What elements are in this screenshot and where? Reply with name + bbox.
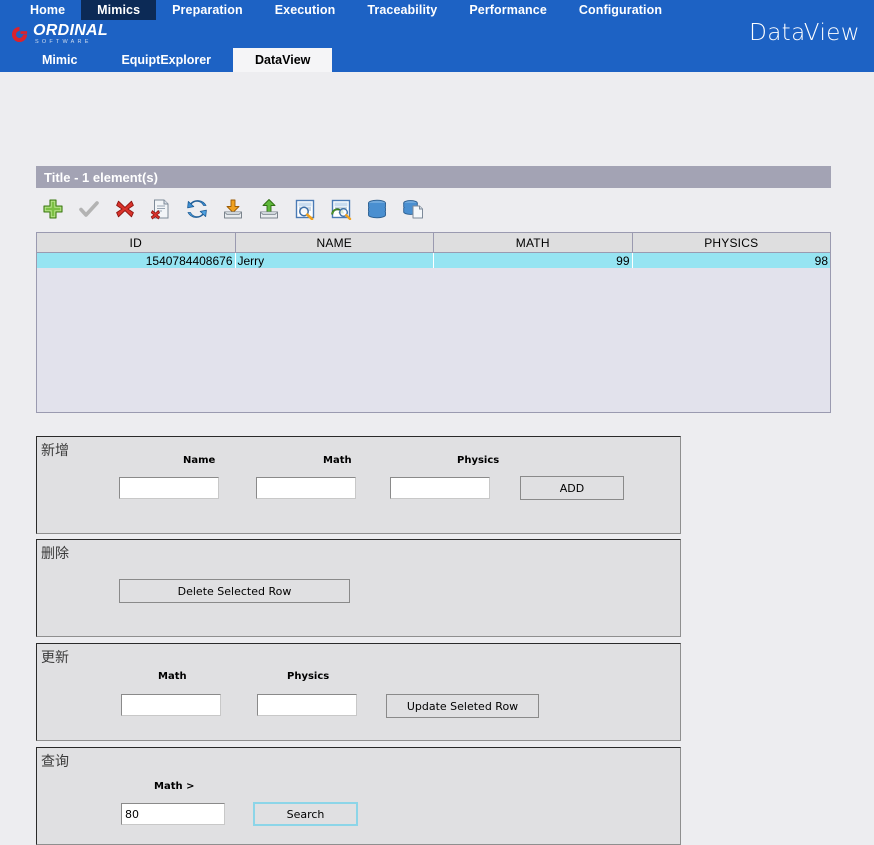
add-icon[interactable] xyxy=(40,196,66,222)
brand-bar: ORDINAL SOFTWARE DataView xyxy=(0,20,874,48)
delete-cross-icon[interactable] xyxy=(112,196,138,222)
column-header-name[interactable]: NAME xyxy=(236,233,434,252)
add-physics-input[interactable] xyxy=(390,477,490,499)
data-grid[interactable]: ID NAME MATH PHYSICS 1540784408676 Jerry… xyxy=(36,232,831,413)
topnav-item-mimics[interactable]: Mimics xyxy=(81,0,157,20)
search-button-label: Search xyxy=(286,807,325,821)
topnav-item-home[interactable]: Home xyxy=(14,0,81,20)
validate-check-icon[interactable] xyxy=(76,196,102,222)
topnav-item-traceability[interactable]: Traceability xyxy=(351,0,453,20)
panel-title-bar: Title - 1 element(s) xyxy=(36,166,831,188)
update-math-label: Math xyxy=(158,671,187,682)
delete-panel-legend: 删除 xyxy=(41,546,69,562)
update-panel-legend: 更新 xyxy=(41,650,69,666)
ordinal-logo: ORDINAL SOFTWARE xyxy=(10,21,108,47)
refresh-document-icon[interactable] xyxy=(328,196,354,222)
add-button-label: ADD xyxy=(559,481,585,495)
import-download-icon[interactable] xyxy=(220,196,246,222)
export-upload-icon[interactable] xyxy=(256,196,282,222)
search-math-input[interactable] xyxy=(121,803,225,825)
topnav-item-execution[interactable]: Execution xyxy=(259,0,352,20)
subtab-label: EquiptExplorer xyxy=(121,53,212,67)
top-navigation-bar: Home Mimics Preparation Execution Tracea… xyxy=(0,0,874,20)
content-area: Title - 1 element(s) ID NAME MATH PHYSIC… xyxy=(0,72,874,845)
add-math-label: Math xyxy=(323,455,352,466)
add-button[interactable]: ADD xyxy=(520,476,624,500)
ordinal-logo-text: ORDINAL SOFTWARE xyxy=(33,21,108,46)
delete-button-label: Delete Selected Row xyxy=(177,584,292,598)
search-math-label: Math > xyxy=(154,781,195,792)
add-name-input[interactable] xyxy=(119,477,219,499)
search-panel-legend: 查询 xyxy=(41,754,69,770)
ordinal-logo-name: ORDINAL xyxy=(33,21,108,39)
topnav-label: Home xyxy=(30,3,66,17)
table-row[interactable]: 1540784408676 Jerry 99 98 xyxy=(37,253,830,268)
topnav-label: Mimics xyxy=(97,3,141,17)
database-copy-icon[interactable] xyxy=(400,196,426,222)
sub-tab-bar: Mimic EquiptExplorer DataView xyxy=(0,48,874,72)
data-grid-header: ID NAME MATH PHYSICS xyxy=(37,233,830,253)
update-panel: 更新 Math Physics Update Seleted Row xyxy=(36,643,681,741)
column-header-math[interactable]: MATH xyxy=(434,233,633,252)
update-math-input[interactable] xyxy=(121,694,221,716)
topnav-label: Traceability xyxy=(367,3,438,17)
add-math-input[interactable] xyxy=(256,477,356,499)
topnav-label: Configuration xyxy=(578,3,663,17)
update-selected-row-button[interactable]: Update Seleted Row xyxy=(386,694,539,718)
subtab-equiptexplorer[interactable]: EquiptExplorer xyxy=(99,48,233,72)
toolbar xyxy=(40,196,426,222)
delete-document-icon[interactable] xyxy=(148,196,174,222)
add-panel-legend: 新增 xyxy=(41,443,69,459)
ordinal-logo-tagline: SOFTWARE xyxy=(35,38,92,45)
page-title: Title - 1 element(s) xyxy=(44,169,158,185)
cell-name: Jerry xyxy=(236,253,434,268)
topnav-label: Preparation xyxy=(172,3,243,17)
column-header-physics[interactable]: PHYSICS xyxy=(633,233,831,252)
subtab-label: DataView xyxy=(255,53,311,67)
update-physics-label: Physics xyxy=(287,671,330,682)
refresh-icon[interactable] xyxy=(184,196,210,222)
add-panel: 新增 Name Math Physics ADD xyxy=(36,436,681,534)
topnav-item-performance[interactable]: Performance xyxy=(453,0,563,20)
delete-panel: 删除 Delete Selected Row xyxy=(36,539,681,637)
subtab-label: Mimic xyxy=(42,53,78,67)
topnav-label: Execution xyxy=(274,3,336,17)
topnav-label: Performance xyxy=(469,3,547,17)
ordinal-logo-mark-icon xyxy=(11,26,28,42)
search-button[interactable]: Search xyxy=(253,802,358,826)
subtab-mimic[interactable]: Mimic xyxy=(20,48,99,72)
add-name-label: Name xyxy=(183,455,216,466)
dataview-brand-title: DataView xyxy=(749,20,860,46)
search-document-icon[interactable] xyxy=(292,196,318,222)
topnav-item-preparation[interactable]: Preparation xyxy=(156,0,259,20)
cell-id: 1540784408676 xyxy=(37,253,236,268)
database-icon[interactable] xyxy=(364,196,390,222)
cell-math: 99 xyxy=(434,253,633,268)
update-button-label: Update Seleted Row xyxy=(406,699,519,713)
column-header-id[interactable]: ID xyxy=(37,233,236,252)
update-physics-input[interactable] xyxy=(257,694,357,716)
delete-selected-row-button[interactable]: Delete Selected Row xyxy=(119,579,350,603)
search-panel: 查询 Math > Search xyxy=(36,747,681,845)
topnav-item-configuration[interactable]: Configuration xyxy=(563,0,678,20)
subtab-dataview[interactable]: DataView xyxy=(233,48,333,72)
add-physics-label: Physics xyxy=(457,455,500,466)
cell-physics: 98 xyxy=(814,253,828,268)
